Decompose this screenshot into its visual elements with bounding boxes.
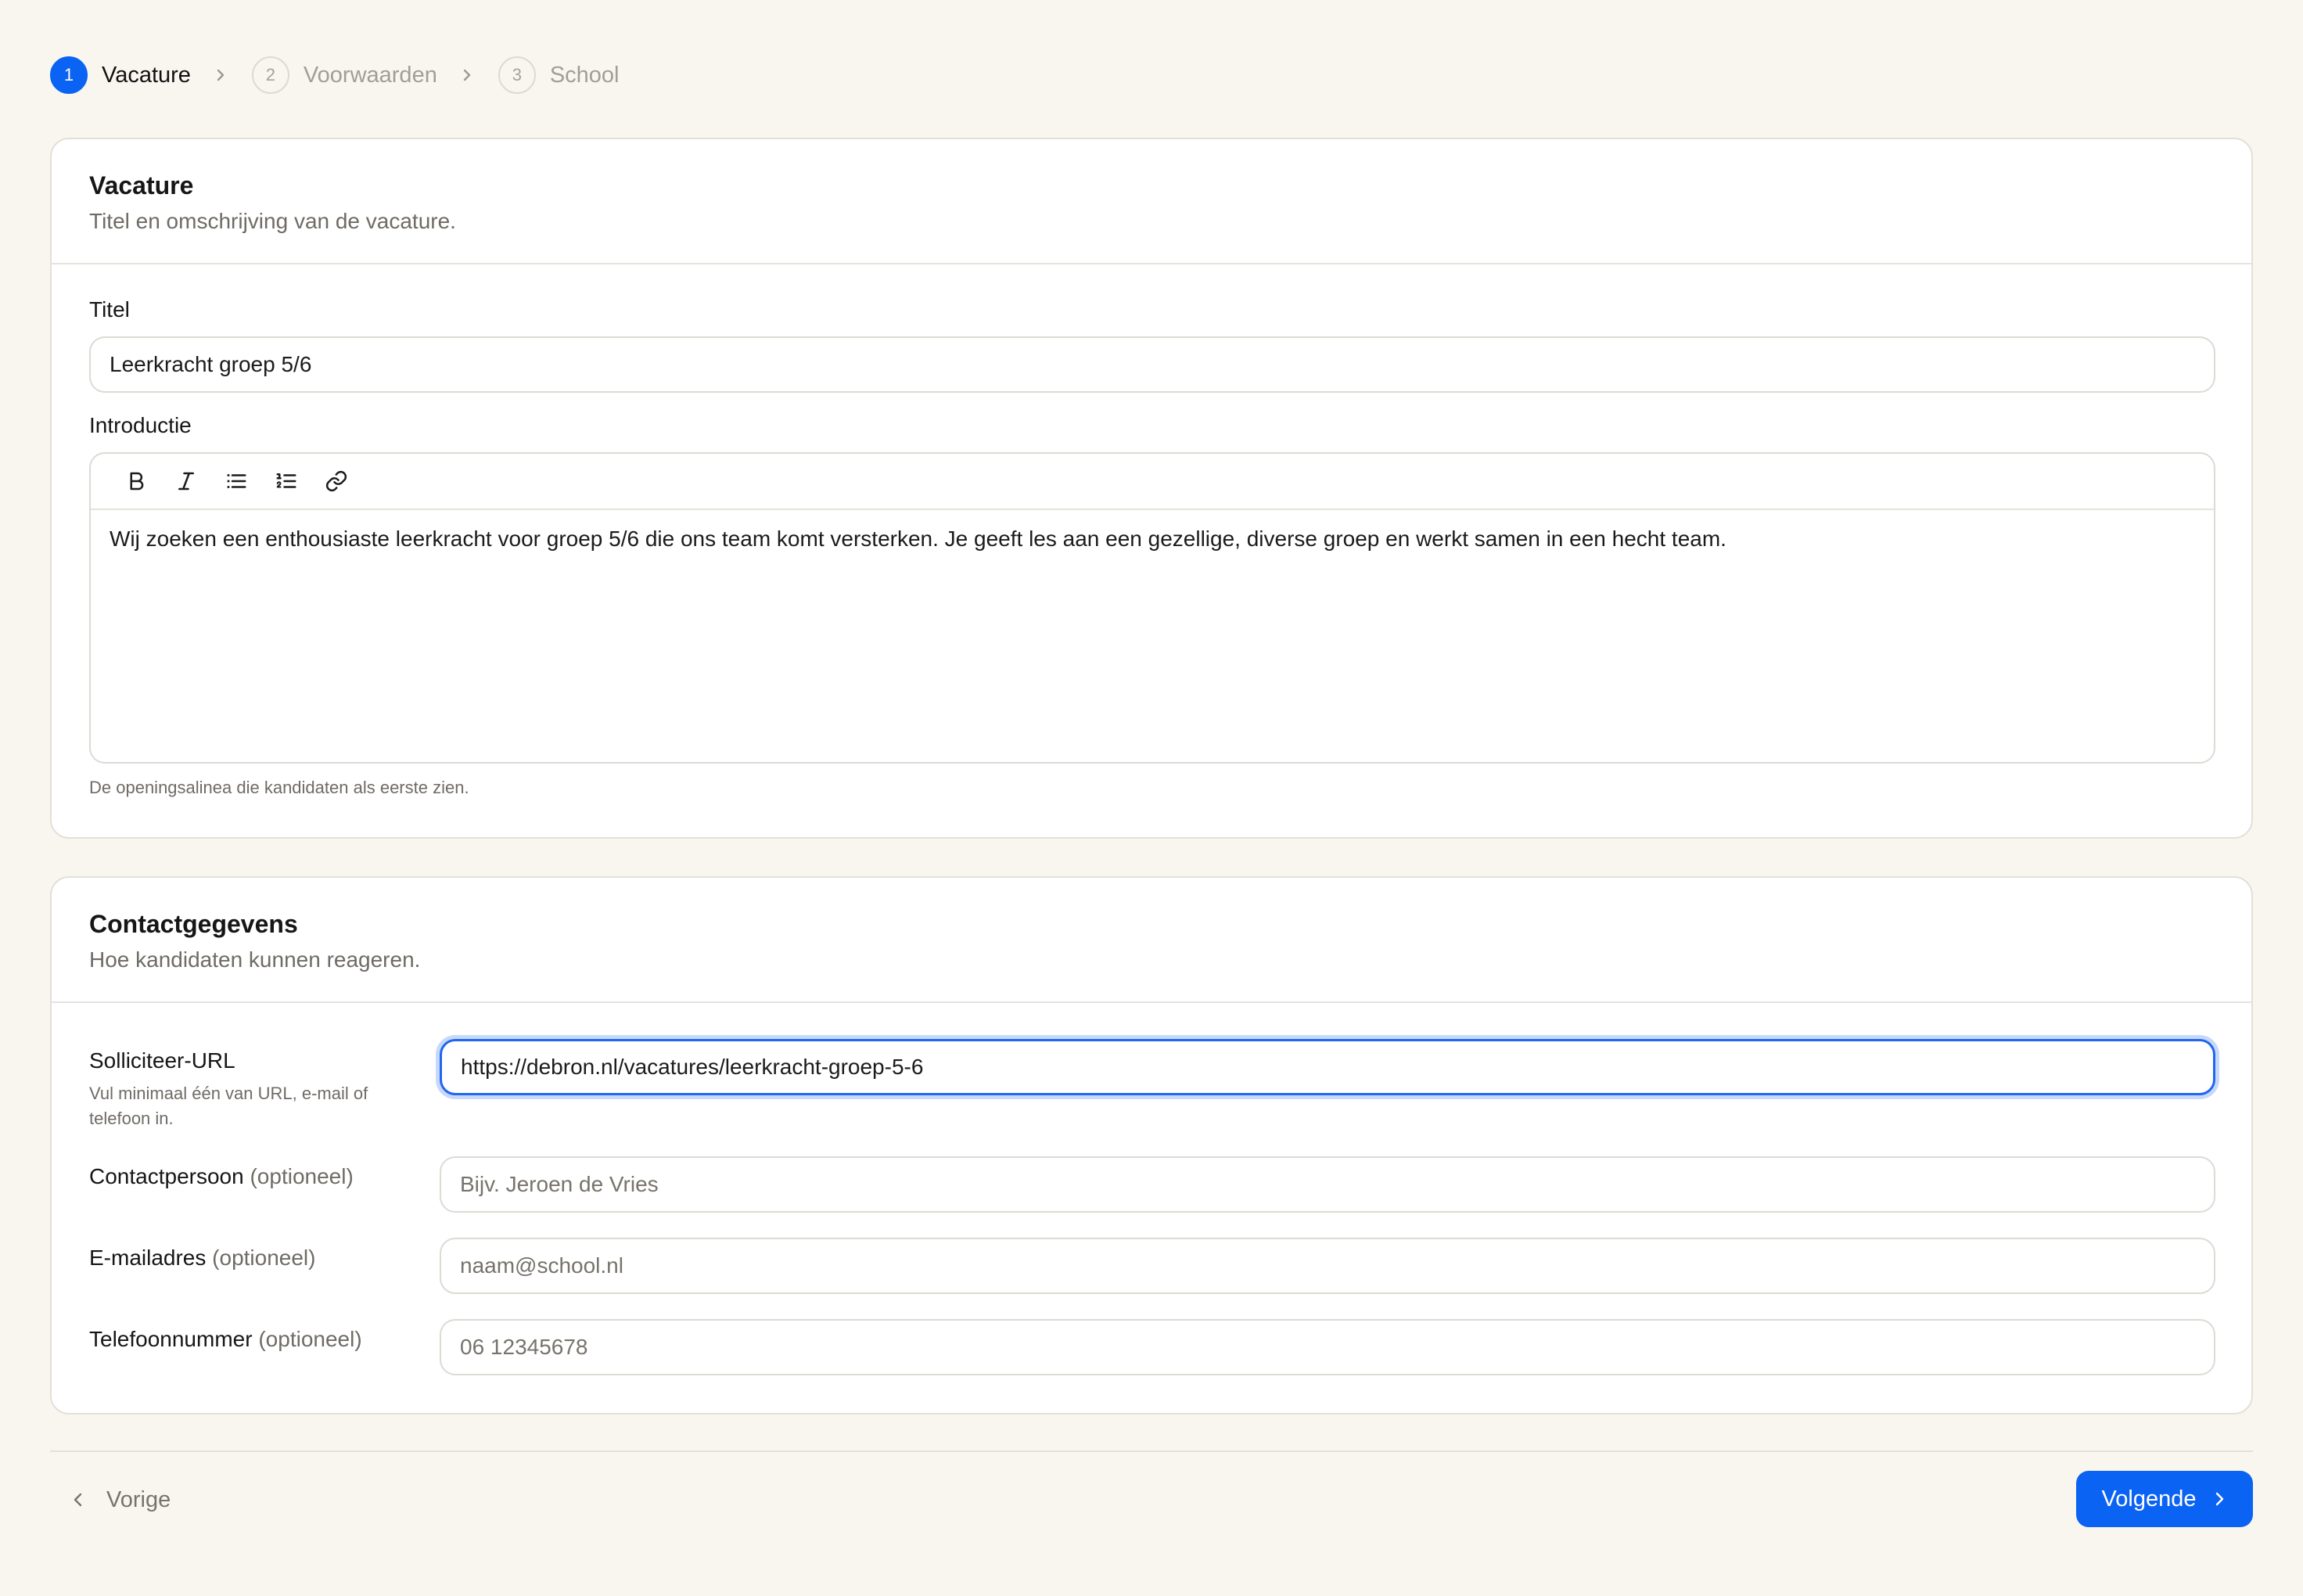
rich-text-editor[interactable]: Wij zoeken een enthousiaste leerkracht v…	[89, 452, 2215, 764]
chevron-left-icon	[74, 1493, 82, 1507]
italic-icon[interactable]	[161, 458, 211, 505]
chevron-right-icon	[2216, 1492, 2224, 1506]
editor-toolbar	[91, 454, 2214, 510]
step-voorwaarden[interactable]: 2 Voorwaarden	[251, 56, 437, 94]
step-school[interactable]: 3 School	[498, 56, 620, 94]
bold-icon[interactable]	[111, 458, 161, 505]
footer-divider	[50, 1450, 2253, 1452]
card-title: Contactgegevens	[89, 910, 298, 938]
card-subtitle: Hoe kandidaten kunnen reageren.	[89, 947, 421, 972]
titel-input[interactable]: Leerkracht groep 5/6	[89, 336, 2215, 393]
telefoon-input[interactable]: 06 12345678	[440, 1319, 2215, 1375]
contactpersoon-input[interactable]: Bijv. Jeroen de Vries	[440, 1156, 2215, 1213]
field-name: E-mailadres	[89, 1246, 207, 1270]
solliciteer-url-help: Vul minimaal één van URL, e-mail of tele…	[89, 1084, 368, 1128]
editor-content[interactable]: Wij zoeken een enthousiaste leerkracht v…	[91, 510, 2214, 568]
numbered-list-icon[interactable]	[261, 458, 311, 505]
step-label: Voorwaarden	[303, 62, 437, 88]
card-subtitle: Titel en omschrijving van de vacature.	[89, 209, 456, 234]
step-number: 3	[498, 56, 536, 94]
field-name: Contactpersoon	[89, 1164, 244, 1188]
email-label: E-mailadres (optioneel)	[89, 1246, 315, 1271]
solliciteer-url-input[interactable]: https://debron.nl/vacatures/leerkracht-g…	[440, 1039, 2215, 1095]
previous-label: Vorige	[106, 1486, 171, 1512]
next-button[interactable]: Volgende	[2076, 1471, 2253, 1527]
bullet-list-icon[interactable]	[211, 458, 261, 505]
solliciteer-url-label: Solliciteer-URL	[89, 1048, 235, 1073]
telefoon-label: Telefoonnummer (optioneel)	[89, 1327, 362, 1352]
card-header: Contactgegevens Hoe kandidaten kunnen re…	[52, 878, 2251, 1003]
card-title: Vacature	[89, 171, 194, 200]
field-name: Telefoonnummer	[89, 1327, 253, 1351]
introductie-label: Introductie	[89, 413, 192, 437]
titel-label: Titel	[89, 297, 130, 322]
stepper: 1 Vacature 2 Voorwaarden 3 School	[50, 55, 620, 95]
optional-hint: (optioneel)	[212, 1246, 316, 1270]
step-vacature[interactable]: 1 Vacature	[50, 56, 191, 94]
optional-hint: (optioneel)	[250, 1164, 354, 1188]
vacature-card: Vacature Titel en omschrijving van de va…	[50, 138, 2253, 839]
step-label: Vacature	[102, 62, 191, 88]
introductie-help: De openingsalinea die kandidaten als eer…	[89, 778, 469, 797]
optional-hint: (optioneel)	[258, 1327, 362, 1351]
contactpersoon-label: Contactpersoon (optioneel)	[89, 1164, 354, 1189]
card-header: Vacature Titel en omschrijving van de va…	[52, 139, 2251, 264]
step-number: 2	[251, 56, 289, 94]
contact-card: Contactgegevens Hoe kandidaten kunnen re…	[50, 876, 2253, 1414]
next-label: Volgende	[2101, 1486, 2197, 1512]
chevron-right-icon	[213, 67, 228, 83]
previous-button[interactable]: Vorige	[70, 1481, 171, 1519]
step-label: School	[549, 62, 620, 88]
email-input[interactable]: naam@school.nl	[440, 1238, 2215, 1294]
step-number: 1	[50, 56, 88, 94]
chevron-right-icon	[459, 67, 475, 83]
link-icon[interactable]	[311, 458, 361, 505]
